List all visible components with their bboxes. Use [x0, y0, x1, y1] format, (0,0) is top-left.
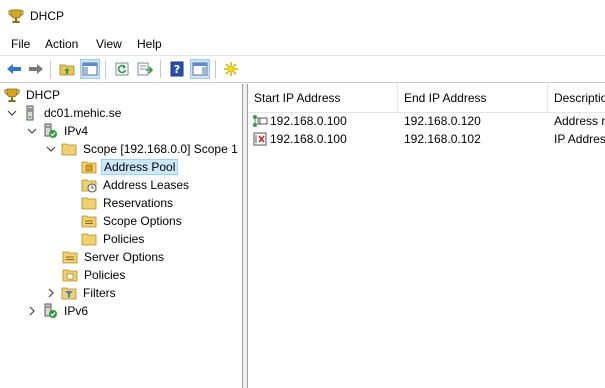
toolbar-separator: [160, 60, 161, 78]
dhcp-trophy-icon: [8, 8, 24, 24]
export-list-icon[interactable]: [135, 59, 155, 79]
console-tree[interactable]: DHCP dc01.mehic.se IPv4 Scope [192.168.0…: [0, 84, 243, 388]
address-pool-icon: [81, 159, 97, 175]
chevron-down-icon[interactable]: [26, 125, 38, 137]
folder-icon: [81, 231, 97, 247]
start-ip-value: 192.168.0.100: [270, 114, 347, 128]
title-bar: DHCP: [0, 0, 605, 32]
chevron-right-icon[interactable]: [26, 305, 38, 317]
tree-label: Reservations: [103, 196, 174, 210]
tree-node-scope-policies[interactable]: Policies: [81, 230, 146, 248]
refresh-icon[interactable]: [112, 59, 132, 79]
chevron-right-icon[interactable]: [45, 287, 57, 299]
toolbar-separator: [50, 60, 51, 78]
chevron-down-icon[interactable]: [45, 143, 57, 155]
options-folder-icon: [62, 249, 78, 265]
tree-node-server[interactable]: dc01.mehic.se: [6, 104, 123, 122]
tree-node-filters[interactable]: Filters: [45, 284, 118, 302]
cell-end-ip: 192.168.0.120: [404, 114, 481, 128]
cell-start-ip: 192.168.0.100: [252, 112, 398, 130]
tree-label: Address Leases: [103, 178, 190, 192]
tree-label: IPv4: [64, 124, 89, 138]
tree-label: Scope Options: [103, 214, 182, 228]
folder-icon: [61, 141, 77, 157]
up-folder-icon[interactable]: [57, 59, 77, 79]
tree-node-dhcp[interactable]: DHCP: [4, 86, 62, 104]
tree-label: Policies: [84, 268, 126, 282]
list-header: Start IP Address End IP Address Descript…: [248, 84, 605, 113]
menu-help[interactable]: Help: [137, 37, 162, 51]
menu-bar: File Action View Help: [0, 33, 605, 56]
column-header-end-ip[interactable]: End IP Address: [398, 84, 548, 112]
tree-label: dc01.mehic.se: [44, 106, 122, 120]
address-leases-icon: [81, 177, 97, 193]
list-row-address-range[interactable]: 192.168.0.100 192.168.0.120 Address ra: [248, 112, 605, 130]
tree-label: IPv6: [64, 304, 89, 318]
tree-label: DHCP: [26, 88, 61, 102]
show-hide-console-tree-icon[interactable]: [80, 59, 100, 79]
result-list[interactable]: Start IP Address End IP Address Descript…: [248, 84, 605, 388]
menu-action[interactable]: Action: [45, 37, 78, 51]
start-ip-value: 192.168.0.100: [270, 132, 347, 146]
svg-text:?: ?: [174, 63, 180, 76]
cell-end-ip: 192.168.0.102: [404, 132, 481, 146]
chevron-down-icon[interactable]: [6, 107, 18, 119]
ipv6-server-check-icon: [42, 303, 58, 319]
forward-arrow-icon[interactable]: [26, 59, 46, 79]
tree-label: Server Options: [84, 250, 165, 264]
tree-label: Scope [192.168.0.0] Scope 1: [83, 142, 238, 156]
tree-node-scope[interactable]: Scope [192.168.0.0] Scope 1: [45, 140, 240, 158]
options-folder-icon: [81, 213, 97, 229]
menu-view[interactable]: View: [96, 37, 122, 51]
tree-node-address-leases[interactable]: Address Leases: [81, 176, 191, 194]
show-hide-action-pane-icon[interactable]: [190, 59, 210, 79]
column-header-start-ip[interactable]: Start IP Address: [248, 84, 398, 112]
tree-node-server-options[interactable]: Server Options: [62, 248, 166, 266]
ipv4-server-check-icon: [42, 123, 58, 139]
policies-folder-icon: [62, 267, 78, 283]
cell-description: IP Addres: [554, 132, 605, 146]
window-title: DHCP: [30, 9, 65, 23]
tree-label: Address Pool: [101, 159, 179, 175]
folder-icon: [81, 195, 97, 211]
tree-label: Policies: [103, 232, 145, 246]
dhcp-trophy-icon: [4, 87, 20, 103]
tree-node-reservations[interactable]: Reservations: [81, 194, 175, 212]
tree-node-address-pool[interactable]: Address Pool: [81, 158, 179, 176]
tree-node-scope-options[interactable]: Scope Options: [81, 212, 184, 230]
tree-node-ipv6[interactable]: IPv6: [26, 302, 90, 320]
toolbar-separator: [215, 60, 216, 78]
new-star-icon[interactable]: [221, 59, 241, 79]
menu-file[interactable]: File: [11, 37, 30, 51]
exclusion-range-icon: [252, 131, 268, 147]
address-range-icon: [252, 113, 268, 129]
tree-node-policies[interactable]: Policies: [62, 266, 127, 284]
cell-description: Address ra: [554, 114, 605, 128]
cell-start-ip: 192.168.0.100: [252, 130, 398, 148]
list-row-exclusion-range[interactable]: 192.168.0.100 192.168.0.102 IP Addres: [248, 130, 605, 148]
toolbar: ?: [0, 56, 605, 83]
back-arrow-icon[interactable]: [4, 59, 24, 79]
column-header-description[interactable]: Descriptio: [548, 84, 605, 112]
help-icon[interactable]: ?: [167, 59, 187, 79]
server-icon: [22, 105, 38, 121]
tree-node-ipv4[interactable]: IPv4: [26, 122, 90, 140]
tree-label: Filters: [83, 286, 116, 300]
toolbar-separator: [105, 60, 106, 78]
filter-icon: [61, 285, 77, 301]
